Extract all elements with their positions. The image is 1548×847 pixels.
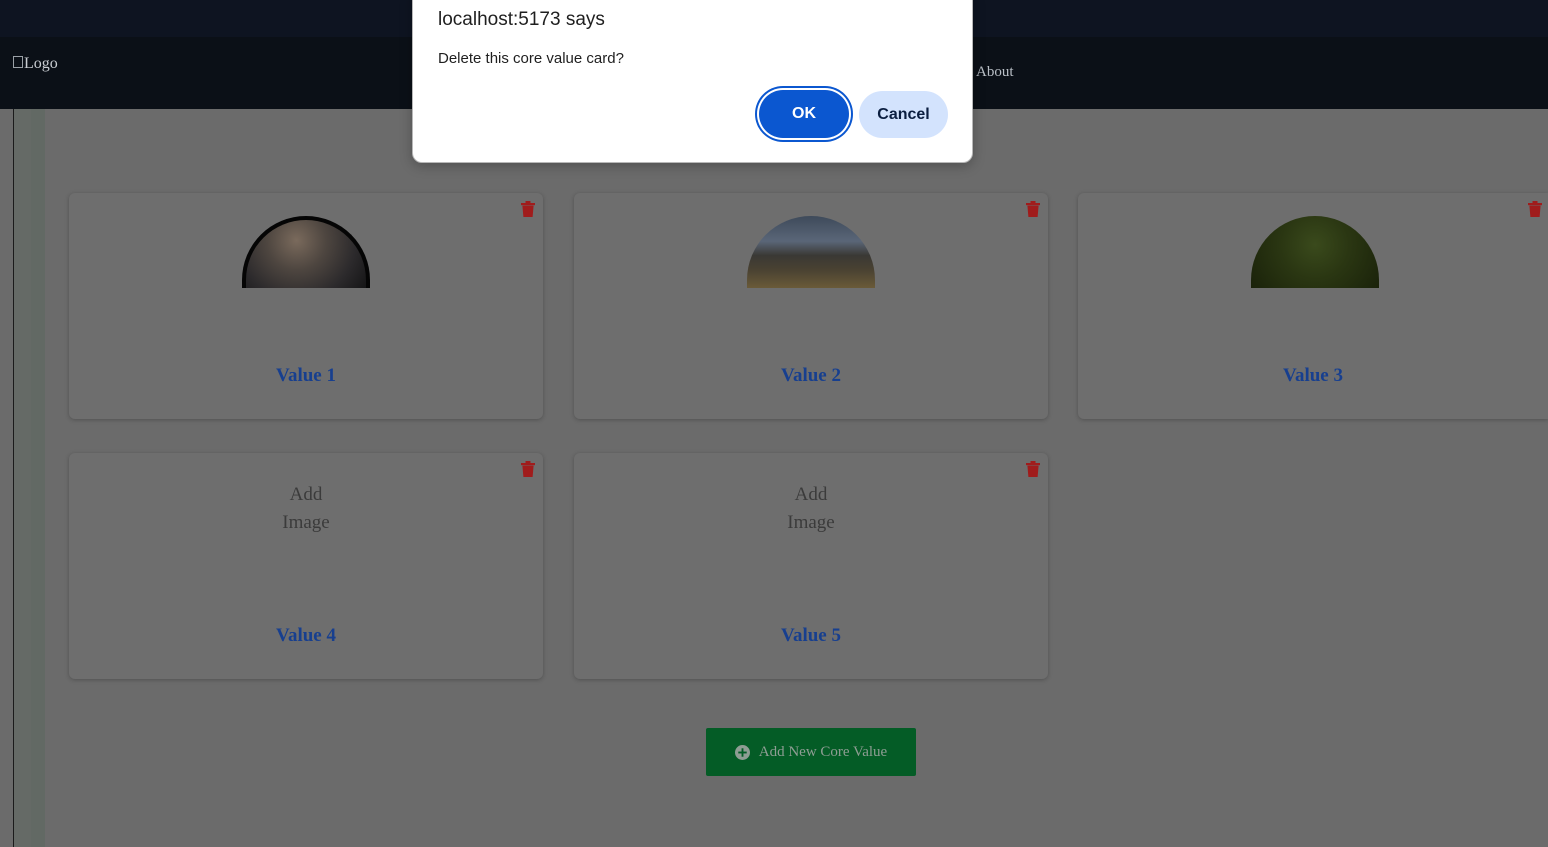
logo-alt-text: Logo: [24, 55, 58, 72]
add-core-value-label: Add New Core Value: [758, 743, 888, 760]
add-core-value-button[interactable]: Add New Core Value: [706, 728, 916, 776]
core-value-card: Value 3: [1078, 193, 1548, 419]
add-image-line: Image: [787, 512, 835, 533]
broken-image-icon: [13, 56, 23, 68]
card-title[interactable]: Value 3: [1078, 365, 1548, 387]
card-title[interactable]: Value 4: [69, 625, 543, 647]
add-image-line: Add: [794, 484, 828, 505]
dialog-title: localhost:5173 says: [438, 9, 605, 30]
trash-icon[interactable]: [521, 201, 535, 217]
trash-icon[interactable]: [1528, 201, 1542, 217]
add-image-line: Add: [289, 484, 323, 505]
plus-circle-icon: [734, 744, 750, 760]
trash-icon[interactable]: [1026, 461, 1040, 477]
core-value-card: Value 2: [574, 193, 1048, 419]
add-image-placeholder[interactable]: Add Image: [574, 481, 1048, 537]
nav-link-about[interactable]: About: [976, 64, 1014, 81]
logo[interactable]: Logo: [13, 55, 58, 73]
trash-icon[interactable]: [1026, 201, 1040, 217]
forest-image[interactable]: [1251, 216, 1379, 288]
add-image-placeholder[interactable]: Add Image: [69, 481, 543, 537]
trash-icon[interactable]: [521, 461, 535, 477]
confirm-dialog: localhost:5173 says Delete this core val…: [412, 0, 973, 163]
core-value-card: Add Image Value 4: [69, 453, 543, 679]
left-gutter: [14, 109, 45, 847]
core-value-card: Add Image Value 5: [574, 453, 1048, 679]
cancel-button[interactable]: Cancel: [859, 91, 948, 138]
card-title[interactable]: Value 1: [69, 365, 543, 387]
dialog-message: Delete this core value card?: [438, 50, 624, 67]
planet-image[interactable]: [242, 216, 370, 288]
add-image-line: Image: [282, 512, 330, 533]
card-title[interactable]: Value 2: [574, 365, 1048, 387]
card-title[interactable]: Value 5: [574, 625, 1048, 647]
core-value-card: Value 1: [69, 193, 543, 419]
elephants-image[interactable]: [747, 216, 875, 288]
ok-button[interactable]: OK: [759, 90, 849, 138]
